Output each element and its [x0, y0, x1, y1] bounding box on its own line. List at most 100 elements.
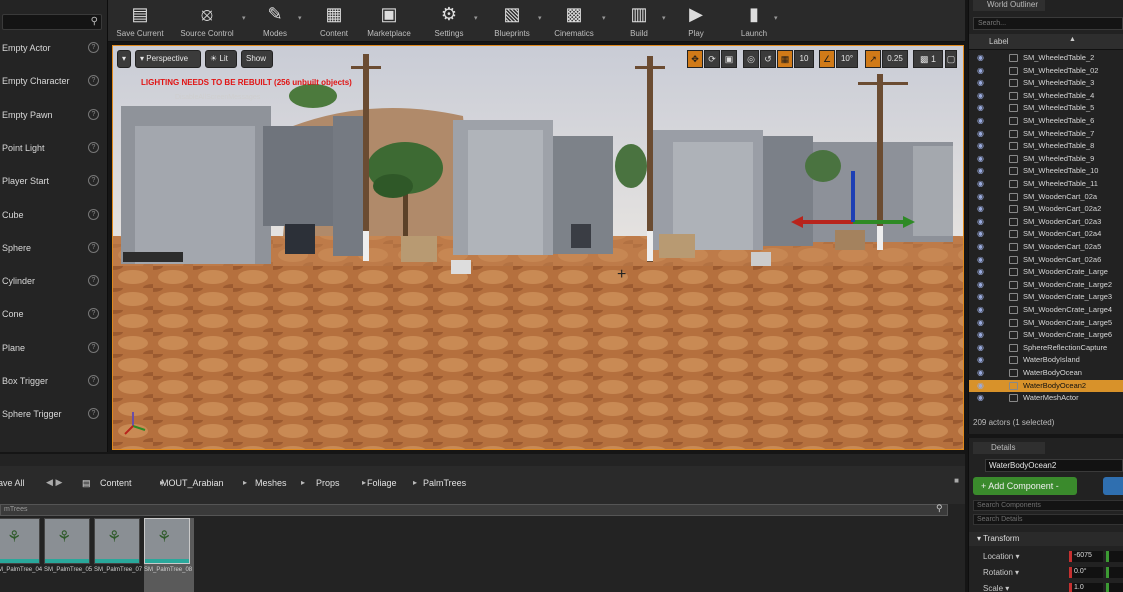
help-icon[interactable]: ?	[88, 42, 99, 53]
transform-section-header[interactable]: ▾ Transform	[969, 532, 1123, 546]
actor-item[interactable]: Sphere Trigger?	[0, 404, 104, 426]
breadcrumb-item[interactable]: Meshes	[255, 478, 287, 488]
visibility-eye-icon[interactable]: ◉	[977, 154, 984, 163]
grid-snap-icon[interactable]: ▦	[777, 50, 793, 68]
rotate-tool-icon[interactable]: ⟳	[704, 50, 720, 68]
scale-tool-icon[interactable]: ▣	[721, 50, 737, 68]
help-icon[interactable]: ?	[88, 141, 99, 153]
outliner-row[interactable]: ◉ SphereReflectionCapture	[969, 342, 1123, 355]
toolbar-button-play[interactable]: ▶ Play	[676, 0, 716, 42]
outliner-row[interactable]: ◉ SM_WoodenCrate_Large4	[969, 304, 1123, 317]
outliner-search-input[interactable]: Search...	[973, 17, 1123, 30]
outliner-row[interactable]: ◉ SM_WheeledTable_6	[969, 115, 1123, 128]
add-component-button[interactable]: + Add Component -	[973, 477, 1077, 495]
dropdown-arrow-icon[interactable]: ▾	[298, 14, 302, 22]
outliner-row[interactable]: ◉ SM_WoodenCrate_Large5	[969, 317, 1123, 330]
visibility-eye-icon[interactable]: ◉	[977, 292, 984, 301]
back-arrow-icon[interactable]: ◀	[46, 477, 53, 487]
outliner-row[interactable]: ◉ SM_WheeledTable_9	[969, 153, 1123, 166]
actor-item[interactable]: Cylinder?	[0, 271, 104, 293]
tab-world-outliner[interactable]: World Outliner	[973, 0, 1045, 11]
actor-item[interactable]: Plane?	[0, 338, 104, 360]
breadcrumb-item[interactable]: MOUT_Arabian	[161, 478, 224, 488]
actor-item[interactable]: Cone?	[0, 304, 104, 326]
visibility-eye-icon[interactable]: ◉	[977, 53, 984, 62]
visibility-eye-icon[interactable]: ◉	[977, 318, 984, 327]
actor-item[interactable]: Player Start?	[0, 171, 104, 193]
transform-row-label[interactable]: Location ▾	[983, 552, 1019, 561]
perspective-dropdown[interactable]: ▾ Perspective	[135, 50, 201, 68]
visibility-eye-icon[interactable]: ◉	[977, 217, 984, 226]
visibility-eye-icon[interactable]: ◉	[977, 166, 984, 175]
transform-row-label[interactable]: Rotation ▾	[983, 568, 1019, 577]
breadcrumb-separator-icon[interactable]: ▸	[362, 478, 366, 487]
help-icon[interactable]: ?	[88, 208, 99, 220]
viewport-options-button[interactable]: ▾	[117, 50, 131, 68]
search-components-input[interactable]: Search Components	[973, 500, 1123, 511]
dropdown-arrow-icon[interactable]: ▾	[538, 14, 542, 22]
show-dropdown[interactable]: Show	[241, 50, 273, 68]
transform-row-label[interactable]: Scale ▾	[983, 584, 1009, 592]
scale-snap-value[interactable]: 0.25	[882, 50, 908, 68]
help-icon[interactable]: ?	[88, 408, 99, 420]
place-actors-search[interactable]: ⚲	[2, 14, 102, 30]
visibility-eye-icon[interactable]: ◉	[977, 103, 984, 112]
visibility-eye-icon[interactable]: ◉	[977, 305, 984, 314]
breadcrumb-separator-icon[interactable]: ▸	[243, 478, 247, 487]
toolbar-button-marketplace[interactable]: ▣ Marketplace	[360, 0, 418, 42]
visibility-eye-icon[interactable]: ◉	[977, 78, 984, 87]
visibility-eye-icon[interactable]: ◉	[977, 280, 984, 289]
toolbar-button-source-control[interactable]: ⦻ Source Control	[170, 0, 244, 42]
actor-item[interactable]: Box Trigger?	[0, 371, 104, 393]
help-icon[interactable]: ?	[88, 75, 99, 87]
asset-tile[interactable]: ⚘ SM_PalmTree_08	[144, 518, 194, 592]
lock-icon[interactable]: ■	[954, 476, 959, 485]
outliner-row[interactable]: ◉ SM_WheeledTable_3	[969, 77, 1123, 90]
transform-x-field[interactable]: 1.0	[1069, 583, 1103, 592]
toolbar-button-modes[interactable]: ✎ Modes	[250, 0, 300, 42]
sort-caret-icon[interactable]: ▲	[1069, 36, 1076, 43]
transform-y-field[interactable]	[1106, 567, 1123, 578]
actor-name-field[interactable]: WaterBodyOcean2	[985, 459, 1123, 472]
toolbar-button-cinematics[interactable]: ▩ Cinematics	[544, 0, 604, 42]
asset-tile[interactable]: ⚘ SM_PalmTree_07	[94, 518, 144, 592]
help-icon[interactable]: ?	[88, 241, 99, 253]
forward-arrow-icon[interactable]: ▶	[55, 477, 62, 487]
transform-y-field[interactable]	[1106, 551, 1123, 562]
transform-y-field[interactable]	[1106, 583, 1123, 592]
lit-dropdown[interactable]: ☀ Lit	[205, 50, 237, 68]
visibility-eye-icon[interactable]: ◉	[977, 192, 984, 201]
toolbar-button-blueprints[interactable]: ▧ Blueprints	[484, 0, 540, 42]
outliner-row[interactable]: ◉ SM_WoodenCart_02a	[969, 191, 1123, 204]
scale-snap-icon[interactable]: ↗	[865, 50, 881, 68]
visibility-eye-icon[interactable]: ◉	[977, 368, 984, 377]
actor-item[interactable]: Empty Character?	[0, 71, 104, 93]
outliner-row[interactable]: ◉ SM_WheeledTable_02	[969, 65, 1123, 78]
outliner-row[interactable]: ◉ SM_WheeledTable_11	[969, 178, 1123, 191]
asset-tile[interactable]: ⚘ SM_PalmTree_05	[44, 518, 94, 592]
outliner-column-header[interactable]: Label ▲	[969, 34, 1123, 50]
visibility-eye-icon[interactable]: ◉	[977, 267, 984, 276]
outliner-row[interactable]: ◉ WaterBodyIsland	[969, 354, 1123, 367]
visibility-eye-icon[interactable]: ◉	[977, 116, 984, 125]
label-column[interactable]: Label	[989, 37, 1009, 46]
visibility-eye-icon[interactable]: ◉	[977, 381, 984, 390]
breadcrumb-separator-icon[interactable]: ▸	[413, 478, 417, 487]
visibility-eye-icon[interactable]: ◉	[977, 141, 984, 150]
outliner-row[interactable]: ◉ SM_WheeledTable_8	[969, 140, 1123, 153]
outliner-row[interactable]: ◉ WaterMeshActor	[969, 392, 1123, 405]
outliner-row[interactable]: ◉ SM_WoodenCrate_Large3	[969, 291, 1123, 304]
outliner-row[interactable]: ◉ SM_WheeledTable_5	[969, 102, 1123, 115]
visibility-eye-icon[interactable]: ◉	[977, 91, 984, 100]
visibility-eye-icon[interactable]: ◉	[977, 66, 984, 75]
visibility-eye-icon[interactable]: ◉	[977, 179, 984, 188]
outliner-row[interactable]: ◉ SM_WoodenCrate_Large2	[969, 279, 1123, 292]
transform-x-field[interactable]: 0.0°	[1069, 567, 1103, 578]
grid-snap-value[interactable]: 10	[794, 50, 814, 68]
tab-details[interactable]: Details	[973, 442, 1045, 454]
outliner-row[interactable]: ◉ SM_WheeledTable_2	[969, 52, 1123, 65]
actor-item[interactable]: Empty Actor?	[0, 38, 104, 60]
breadcrumb-item[interactable]: Props	[316, 478, 340, 488]
visibility-eye-icon[interactable]: ◉	[977, 330, 984, 339]
breadcrumb-separator-icon[interactable]: ▸	[301, 478, 305, 487]
